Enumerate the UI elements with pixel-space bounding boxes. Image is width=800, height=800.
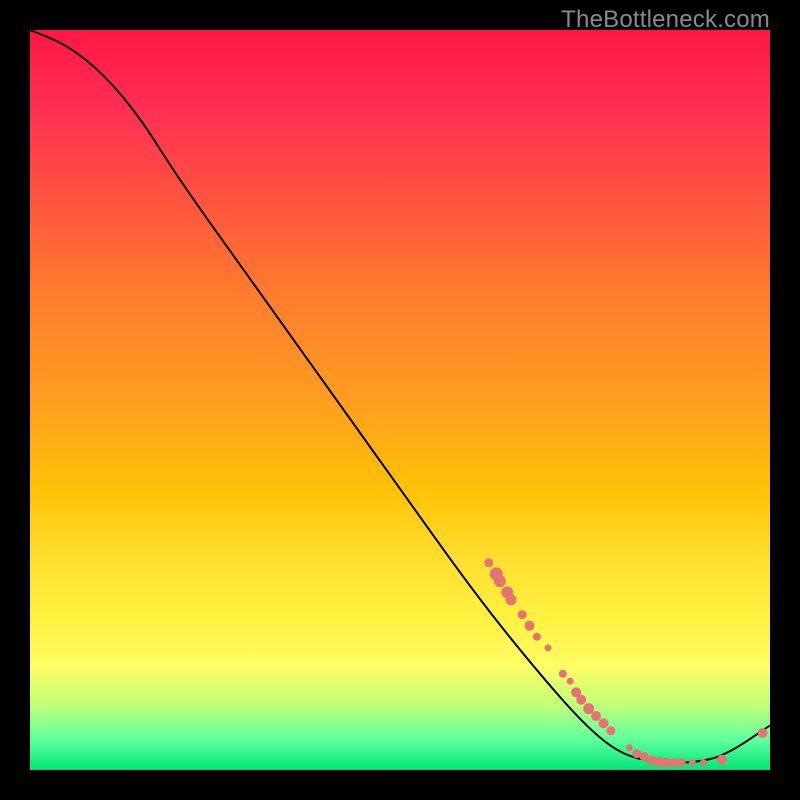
data-points-group — [484, 558, 767, 767]
chart-stage: TheBottleneck.com — [0, 0, 800, 800]
data-point — [559, 670, 567, 678]
data-point — [717, 755, 727, 765]
data-point — [545, 644, 552, 651]
data-point — [626, 744, 633, 751]
data-point — [758, 728, 768, 738]
chart-overlay — [30, 30, 770, 770]
data-point — [525, 621, 535, 631]
data-point — [576, 695, 586, 705]
bottleneck-curve — [30, 30, 770, 763]
plot-area — [30, 30, 770, 770]
data-point — [677, 758, 686, 767]
data-point — [606, 726, 615, 735]
data-point — [494, 575, 506, 587]
data-point — [506, 594, 517, 605]
data-point — [518, 610, 527, 619]
data-point — [484, 558, 493, 567]
data-point — [533, 633, 541, 641]
data-point — [689, 759, 696, 766]
data-point — [591, 711, 601, 721]
data-point — [700, 759, 707, 766]
data-point — [567, 678, 574, 685]
data-point — [583, 703, 594, 714]
data-point — [599, 718, 609, 728]
